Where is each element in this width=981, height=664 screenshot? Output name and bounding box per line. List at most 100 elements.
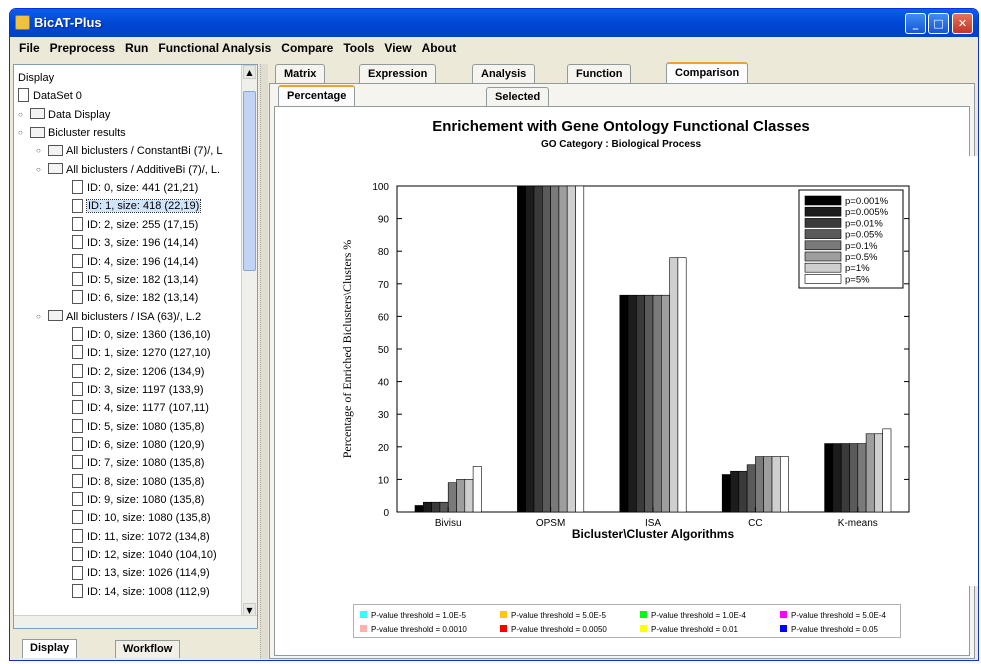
menu-view[interactable]: View <box>379 37 416 59</box>
tree-node-label: All biclusters / AdditiveBi (7)/, L. <box>66 163 221 176</box>
tab-analysis-view[interactable]: Analysis view <box>472 64 536 98</box>
threshold-legend-item: P-value threshold = 5.0E-5 <box>500 610 606 621</box>
tree-node[interactable]: ID: 1, size: 1270 (127,10) <box>72 344 211 362</box>
tree-node[interactable]: ID: 12, size: 1040 (104,10) <box>72 546 217 564</box>
tree-node[interactable]: ID: 0, size: 1360 (136,10) <box>72 326 211 344</box>
y-tick-label: 100 <box>372 182 389 193</box>
document-icon <box>72 547 83 562</box>
tree-node[interactable]: ○ All biclusters / ConstantBi (7)/, L <box>36 142 223 160</box>
menu-file[interactable]: File <box>14 37 45 59</box>
legend-swatch <box>804 206 842 217</box>
document-icon <box>72 363 83 378</box>
tree-node-label: ID: 8, size: 1080 (135,8) <box>87 475 205 488</box>
bar <box>566 185 576 513</box>
threshold-legend-item: P-value threshold = 0.01 <box>640 624 738 635</box>
scroll-up-arrow-icon[interactable]: ▲ <box>243 65 256 79</box>
bar <box>558 185 568 513</box>
bar <box>414 505 424 513</box>
menu-preprocess[interactable]: Preprocess <box>45 37 120 59</box>
bar-chart: 0102030405060708090100Bivisu OPSM ISA CC K-m… <box>340 182 910 541</box>
document-icon <box>72 437 83 452</box>
collapsed-node-handle-icon[interactable]: ○ <box>36 142 41 160</box>
folder-icon <box>48 310 63 322</box>
tree-node[interactable]: ID: 5, size: 182 (13,14) <box>72 271 198 289</box>
bar <box>525 185 535 513</box>
threshold-legend-item: P-value threshold = 0.05 <box>780 624 878 635</box>
document-icon <box>72 583 83 598</box>
tree-node[interactable]: ID: 7, size: 1080 (135,8) <box>72 454 204 472</box>
tree-node[interactable]: ID: 3, size: 1197 (133,9) <box>72 381 204 399</box>
tree-node[interactable]: ID: 10, size: 1080 (135,8) <box>72 509 211 527</box>
tree-node[interactable]: ID: 6, size: 1080 (120,9) <box>72 436 204 454</box>
tree-node[interactable]: ID: 9, size: 1080 (135,8) <box>72 491 204 509</box>
tree-node[interactable]: ID: 5, size: 1080 (135,8) <box>72 418 204 436</box>
y-tick-label: 90 <box>378 215 390 226</box>
tree-node[interactable]: ○ All biclusters / ISA (63)/, L.2 <box>36 308 201 326</box>
tree-node[interactable]: ID: 1, size: 418 (22,19) <box>72 197 202 215</box>
maximize-button[interactable]: □ <box>928 13 949 34</box>
folder-icon <box>30 126 45 138</box>
tab-workflow[interactable]: Workflow <box>115 640 181 658</box>
scroll-thumb[interactable] <box>243 91 256 271</box>
menu-tools[interactable]: Tools <box>338 37 379 59</box>
tab-matrix-view[interactable]: Matrix view <box>275 64 326 98</box>
document-icon <box>72 198 83 213</box>
expanded-node-handle-icon[interactable]: ○ <box>36 161 41 179</box>
split-pane-divider[interactable] <box>260 64 268 659</box>
legend-swatch <box>804 262 842 273</box>
tree-node[interactable]: ID: 2, size: 255 (17,15) <box>72 216 198 234</box>
bar <box>439 501 449 513</box>
tab-selected-patterns[interactable]: Selected Patterns <box>486 87 550 121</box>
tree-node[interactable]: ID: 11, size: 1072 (134,8) <box>72 528 210 546</box>
expanded-node-handle-icon[interactable]: ○ <box>36 308 41 326</box>
tree-node-label: ID: 13, size: 1026 (114,9) <box>87 567 210 580</box>
tab-expression-view[interactable]: Expression view <box>359 64 437 98</box>
expanded-node-handle-icon[interactable]: ○ <box>18 124 23 142</box>
threshold-legend-item: P-value threshold = 0.0010 <box>360 624 467 635</box>
tree-horizontal-scrollbar[interactable] <box>14 615 257 628</box>
collapsed-node-handle-icon[interactable]: ○ <box>18 106 23 124</box>
y-tick-label: 80 <box>378 247 390 258</box>
tab-comparison-view[interactable]: Comparison view <box>666 62 749 97</box>
bar <box>730 470 740 513</box>
tree-panel: Display DataSet 0 ○ Data Display ○ Bicluster … <box>13 64 258 629</box>
folder-icon <box>48 144 63 156</box>
tree-node-label: ID: 12, size: 1040 (104,10) <box>87 549 217 562</box>
y-tick-label: 50 <box>378 345 390 356</box>
tree-node[interactable]: ○ Bicluster results <box>18 124 126 142</box>
menu-compare[interactable]: Compare <box>276 37 338 59</box>
tab-percentage-enriched[interactable]: Percentage of Enriched Biclusters <box>278 85 356 156</box>
tab-display-view[interactable]: Display view <box>22 639 78 660</box>
tree-node[interactable]: ID: 4, size: 196 (14,14) <box>72 253 198 271</box>
tree-vertical-scrollbar[interactable]: ▲ ▼ <box>241 65 257 617</box>
tree-node[interactable]: ID: 13, size: 1026 (114,9) <box>72 564 210 582</box>
chart-subtitle: GO Category : Biological Process <box>540 139 702 150</box>
menu-run[interactable]: Run <box>120 37 153 59</box>
menu-about[interactable]: About <box>417 37 462 59</box>
document-icon <box>72 271 83 286</box>
bar <box>824 443 834 513</box>
tree-node[interactable]: ID: 14, size: 1008 (112,9) <box>72 583 210 601</box>
tree-node[interactable]: ID: 6, size: 182 (13,14) <box>72 289 198 307</box>
y-tick-label: 10 <box>378 475 390 486</box>
minimize-button[interactable]: _ <box>905 13 926 34</box>
tab-function-view[interactable]: Function view <box>567 64 632 98</box>
tree-node-label: ID: 7, size: 1080 (135,8) <box>87 457 205 470</box>
tree-node[interactable]: ID: 2, size: 1206 (134,9) <box>72 363 204 381</box>
tree-node[interactable]: ID: 4, size: 1177 (107,11) <box>72 399 209 417</box>
tree-node[interactable]: ID: 8, size: 1080 (135,8) <box>72 473 204 491</box>
menu-functional-analysis[interactable]: Functional Analysis <box>153 37 276 59</box>
tree-node[interactable]: ID: 0, size: 441 (21,21) <box>72 179 198 197</box>
tree-node[interactable]: Display <box>18 69 54 87</box>
tree-node-label: ID: 0, size: 441 (21,21) <box>87 182 199 195</box>
threshold-label: P-value threshold = 1.0E-5 <box>371 611 466 620</box>
bar <box>423 501 432 513</box>
document-icon <box>72 326 83 341</box>
bar <box>857 443 867 513</box>
tree-node[interactable]: ○ Data Display <box>18 106 110 124</box>
close-button[interactable]: ✕ <box>952 13 973 34</box>
x-tick-label: Bivisu <box>435 518 462 529</box>
tree-node[interactable]: DataSet 0 <box>18 87 82 105</box>
tree-node[interactable]: ○ All biclusters / AdditiveBi (7)/, L. <box>36 161 221 179</box>
tree-node[interactable]: ID: 3, size: 196 (14,14) <box>72 234 198 252</box>
